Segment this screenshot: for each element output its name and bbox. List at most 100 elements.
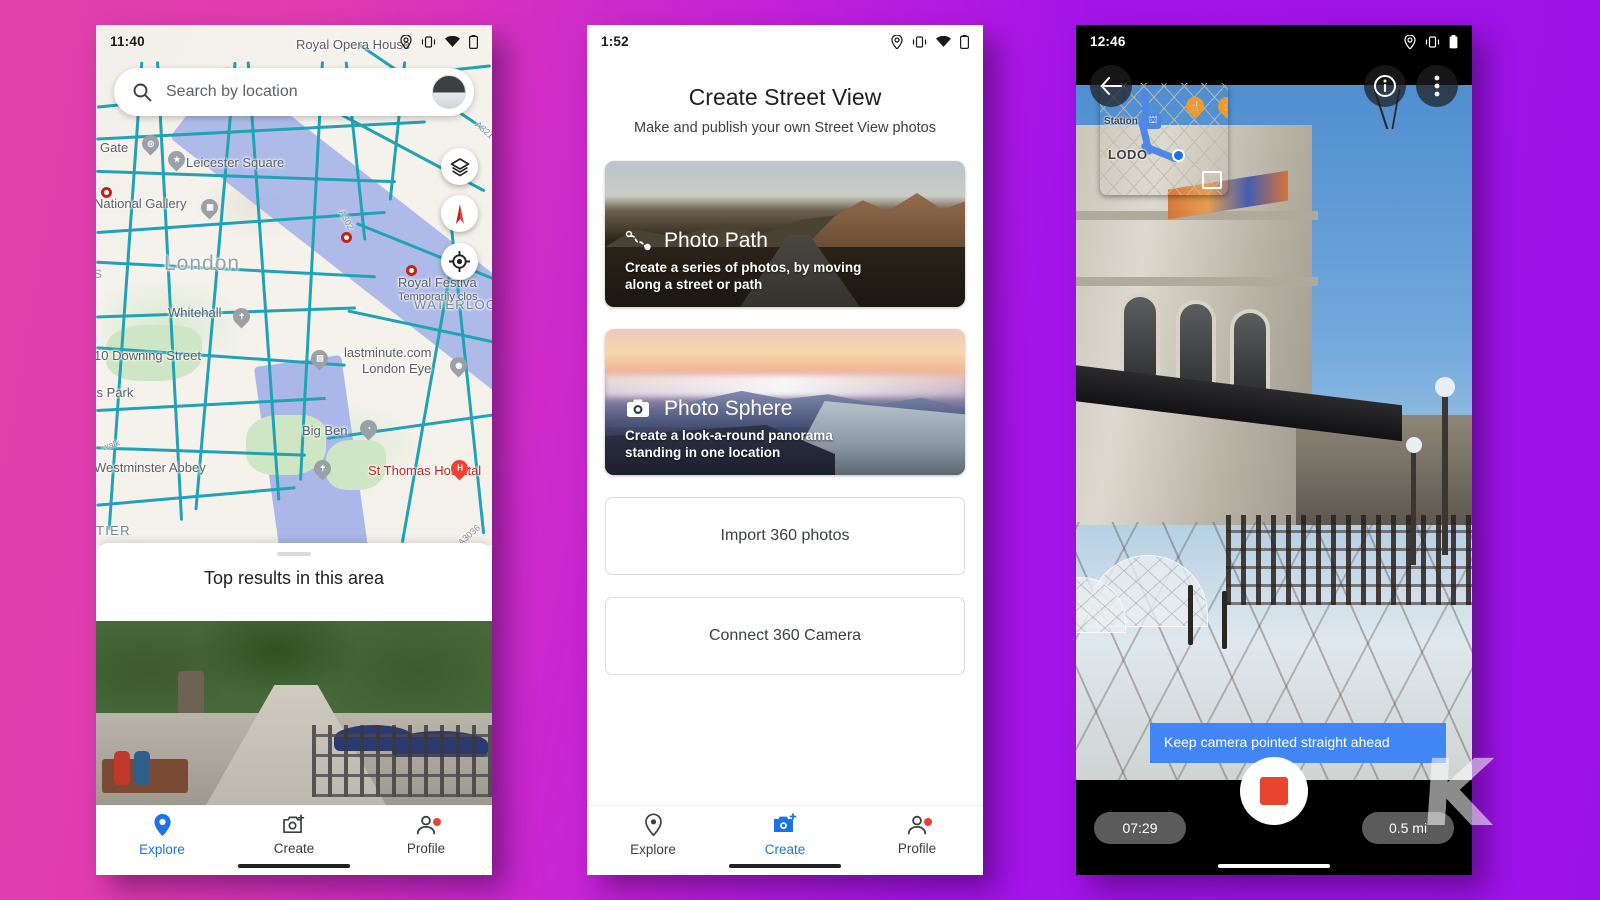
card-heading: Photo Path — [625, 229, 965, 253]
map-label: Westminster Abbey — [96, 460, 206, 475]
card-heading: Photo Sphere — [625, 397, 965, 421]
map-label: National Gallery — [96, 196, 187, 211]
status-time: 11:40 — [110, 34, 145, 49]
map-pin-whitehall[interactable]: ✝ — [229, 304, 254, 330]
page-subtitle: Make and publish your own Street View ph… — [634, 120, 936, 136]
more-vertical-icon — [1434, 75, 1440, 96]
arched-window — [1230, 309, 1270, 393]
vibrate-icon — [912, 35, 927, 48]
top-bar-actions — [1364, 64, 1458, 107]
photo-path-icon — [625, 230, 651, 251]
import-360-photos-button[interactable]: Import 360 photos — [605, 497, 965, 575]
card-photo-path[interactable]: Photo Path Create a series of photos, by… — [605, 161, 965, 307]
expand-icon[interactable] — [1202, 171, 1222, 189]
phone-screen-explore: Royal Opera House Gate Leicester Square … — [96, 25, 492, 875]
watermark: K — [1416, 740, 1496, 847]
map-pin-downing-street[interactable]: ▤ — [307, 346, 332, 372]
station-icon: ⛫ — [1145, 113, 1161, 129]
card-overlay: Photo Sphere Create a look-a-round panor… — [605, 397, 965, 475]
location-icon — [891, 34, 903, 49]
my-location-button[interactable] — [441, 243, 478, 280]
cornice — [1076, 277, 1318, 286]
back-button[interactable] — [1090, 64, 1132, 107]
map-label: TIER — [96, 523, 131, 538]
status-icons — [400, 34, 478, 49]
sheet-drag-handle[interactable] — [277, 552, 311, 556]
nav-label-profile: Profile — [897, 840, 937, 856]
location-pin-icon — [153, 813, 171, 836]
result-photo[interactable] — [96, 621, 492, 805]
card-overlay: Photo Path Create a series of photos, by… — [605, 229, 965, 307]
info-icon — [1374, 74, 1396, 97]
map-pin-big-ben[interactable]: ◔ — [356, 416, 381, 442]
capture-top-bar — [1076, 58, 1472, 113]
sheet-title: Top results in this area — [203, 568, 385, 588]
stop-square-icon — [1260, 777, 1288, 805]
map-label: Whitehall — [168, 305, 222, 320]
status-icons — [1404, 34, 1458, 49]
camera-plus-icon — [774, 812, 797, 832]
nav-label-profile: Profile — [406, 840, 446, 856]
tube-station-marker[interactable] — [101, 187, 112, 198]
nav-label-explore: Explore — [139, 841, 185, 857]
phone-screen-capture: 12:46 Station LODO ⛫ 🍴 🍴 Keep camera poi… — [1076, 25, 1472, 875]
phone-screen-create: 1:52 Create Street View Make and publish… — [587, 25, 983, 875]
more-options-button[interactable] — [1416, 64, 1458, 107]
map-pin-westminster-abbey[interactable]: ✝ — [310, 456, 335, 482]
status-bar: 11:40 — [96, 25, 492, 58]
compass-icon — [455, 203, 464, 224]
my-location-icon — [449, 251, 470, 272]
home-indicator[interactable] — [1218, 864, 1330, 868]
map-pin-st-thomas-hospital[interactable]: H — [447, 456, 472, 482]
map-compass-button[interactable] — [441, 195, 478, 232]
map-pin-leicester-square[interactable]: ★ — [164, 147, 189, 173]
map-label: Gate — [100, 140, 129, 155]
lamp-globe — [1406, 437, 1422, 453]
status-bar: 12:46 — [1076, 25, 1472, 58]
camera-tip-banner: Keep camera pointed straight ahead — [1150, 723, 1446, 763]
search-icon — [133, 83, 152, 102]
search-input[interactable]: Search by location — [166, 83, 432, 101]
results-sheet[interactable]: Top results in this area — [96, 543, 492, 805]
wifi-icon — [445, 35, 460, 47]
nav-item-explore[interactable]: Explore — [96, 806, 228, 875]
nav-item-profile[interactable]: Profile — [360, 806, 492, 875]
home-indicator[interactable] — [729, 864, 841, 868]
map-label: Temporarily clos — [398, 291, 478, 303]
screen-create: 1:52 Create Street View Make and publish… — [587, 25, 983, 875]
location-icon — [1404, 34, 1416, 49]
bollard — [1188, 585, 1193, 645]
avatar[interactable] — [432, 75, 466, 109]
patio-furniture — [1226, 515, 1472, 605]
tube-station-marker[interactable] — [406, 265, 417, 276]
connect-360-camera-button[interactable]: Connect 360 Camera — [605, 597, 965, 675]
elapsed-time-chip: 07:29 — [1094, 811, 1186, 844]
status-time: 12:46 — [1090, 34, 1126, 49]
search-bar[interactable]: Search by location — [114, 68, 474, 116]
stop-record-button[interactable] — [1240, 757, 1308, 825]
battery-icon — [469, 34, 478, 49]
map-pin-poi[interactable]: ◎ — [138, 131, 163, 157]
map-pin-london-eye[interactable]: ◉ — [446, 353, 471, 379]
screen-explore: Royal Opera House Gate Leicester Square … — [96, 25, 492, 875]
mini-map-label-station: Station — [1104, 116, 1138, 127]
nav-item-explore[interactable]: Explore — [587, 806, 719, 875]
map-pin-national-gallery[interactable]: ▦ — [197, 195, 222, 221]
card-photo-sphere[interactable]: Photo Sphere Create a look-a-round panor… — [605, 329, 965, 475]
map-label: London Eye — [362, 361, 432, 376]
status-icons — [891, 34, 969, 49]
battery-icon — [1449, 34, 1458, 48]
map-label: Leicester Square — [186, 155, 285, 170]
cafe-tables — [312, 725, 492, 797]
lamp-globe — [1435, 377, 1455, 397]
nav-label-explore: Explore — [630, 841, 676, 857]
tube-station-marker[interactable] — [341, 232, 352, 243]
back-arrow-icon — [1100, 76, 1122, 95]
location-pin-icon — [644, 812, 662, 836]
map-label: lastminute.com — [344, 345, 432, 360]
card-description: Create a look-a-round panorama standing … — [625, 428, 833, 460]
info-button[interactable] — [1364, 64, 1406, 107]
nav-item-profile[interactable]: Profile — [851, 806, 983, 875]
map-layers-button[interactable] — [441, 148, 478, 185]
home-indicator[interactable] — [238, 864, 350, 868]
